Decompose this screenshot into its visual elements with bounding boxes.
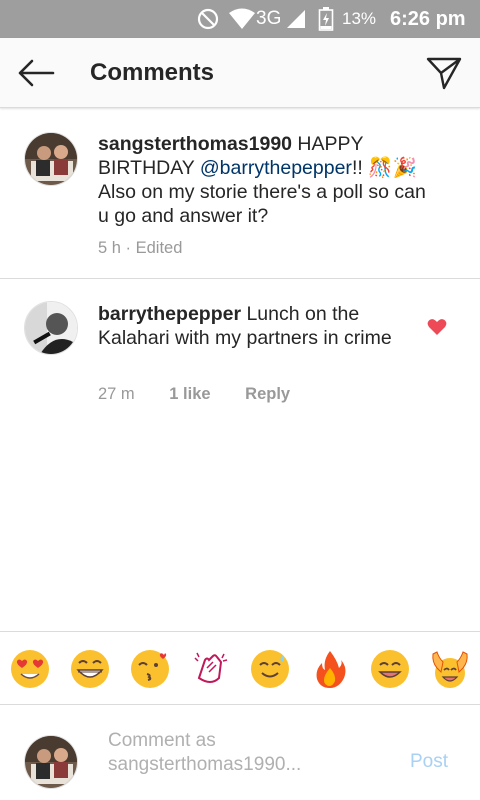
- comment-text: barrythepepper Lunch on the Kalahari wit…: [98, 302, 428, 350]
- comment-meta: 27 m 1 like Reply: [98, 385, 290, 404]
- comment-input[interactable]: Comment as sangsterthomas1990...: [108, 729, 378, 779]
- avatar: [24, 735, 78, 789]
- heart-icon[interactable]: [427, 318, 447, 336]
- comment-composer: Comment as sangsterthomas1990... Post: [0, 705, 480, 800]
- network-type: 3G: [256, 8, 282, 29]
- avatar[interactable]: [24, 301, 78, 355]
- comment-time: 27 m: [98, 385, 135, 403]
- avatar[interactable]: [24, 132, 78, 186]
- comment-item: sangsterthomas1990 HAPPY BIRTHDAY @barry…: [0, 108, 480, 278]
- app-bar: Comments: [0, 38, 480, 108]
- clapping-hands-emoji[interactable]: [189, 648, 231, 690]
- smiling-sweat-emoji[interactable]: [249, 648, 291, 690]
- do-not-disturb-icon: [196, 0, 220, 38]
- comment-username[interactable]: barrythepepper: [98, 303, 241, 325]
- reply-button[interactable]: Reply: [245, 385, 290, 404]
- back-arrow-icon[interactable]: [14, 56, 58, 90]
- joy-emoji[interactable]: [69, 648, 111, 690]
- comment-placeholder: sangsterthomas1990...: [108, 754, 302, 775]
- heart-eyes-emoji[interactable]: [9, 648, 51, 690]
- comment-item: barrythepepper Lunch on the Kalahari wit…: [0, 279, 480, 419]
- signal-icon: [286, 0, 306, 38]
- raised-hands-emoji[interactable]: [429, 648, 471, 690]
- kiss-emoji[interactable]: [129, 648, 171, 690]
- mention-link[interactable]: @barrythepepper: [200, 157, 352, 179]
- page-title: Comments: [90, 59, 215, 86]
- clock: 6:26 pm: [390, 8, 466, 30]
- emoji-quick-bar: [0, 631, 480, 705]
- comment-placeholder: Comment as: [108, 730, 216, 751]
- comment-text: sangsterthomas1990 HAPPY BIRTHDAY @barry…: [98, 132, 428, 228]
- battery-percent: 13%: [342, 9, 377, 28]
- smile-emoji[interactable]: [369, 648, 411, 690]
- comment-meta: 5 h · Edited: [98, 239, 182, 258]
- comment-edited: · Edited: [125, 239, 183, 257]
- likes-count[interactable]: 1 like: [169, 385, 210, 404]
- battery-charging-icon: [318, 0, 334, 38]
- comment-username[interactable]: sangsterthomas1990: [98, 133, 292, 155]
- status-bar: 3G 13% 6:26 pm: [0, 0, 480, 38]
- post-button[interactable]: Post: [410, 751, 448, 773]
- comment-time: 5 h: [98, 239, 121, 257]
- wifi-icon: [228, 0, 256, 38]
- direct-send-icon[interactable]: [424, 54, 464, 92]
- fire-emoji[interactable]: [309, 648, 351, 690]
